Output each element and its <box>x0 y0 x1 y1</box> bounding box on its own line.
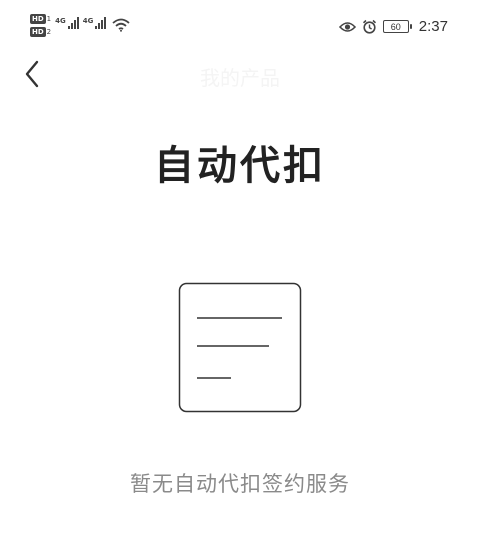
signal-2-label: 4G <box>82 17 94 25</box>
nav-title: 我的产品 <box>200 68 280 90</box>
sim1-hd-badge: HD 1 <box>30 14 51 24</box>
sim2-hd-badge: HD 2 <box>30 27 51 37</box>
hd-badge-label: HD <box>30 14 46 24</box>
signal-2-icon: 4G <box>83 17 107 29</box>
hd-stack: HD 1 HD 2 <box>30 14 51 37</box>
document-lines-icon <box>178 282 302 413</box>
battery-icon: 60 <box>382 20 412 33</box>
signal-1-label: 4G <box>55 17 66 25</box>
status-bar-left: HD 1 HD 2 4G 4G <box>30 14 130 42</box>
sim2-number: 2 <box>46 28 52 36</box>
status-bar: HD 1 HD 2 4G 4G 60 2:37 <box>0 0 480 44</box>
page-title: 自动代扣 <box>154 143 326 189</box>
sim1-number: 1 <box>46 15 52 23</box>
wifi-icon <box>112 18 130 32</box>
signal-1-icon: 4G <box>55 17 79 29</box>
eye-icon <box>338 21 356 32</box>
hd-badge-label: HD <box>30 27 46 37</box>
empty-state-text: 暂无自动代扣签约服务 <box>130 472 350 496</box>
battery-level: 60 <box>390 21 401 32</box>
alarm-icon <box>362 19 376 34</box>
status-time: 2:37 <box>418 18 448 35</box>
status-bar-right: 60 2:37 <box>338 18 448 35</box>
